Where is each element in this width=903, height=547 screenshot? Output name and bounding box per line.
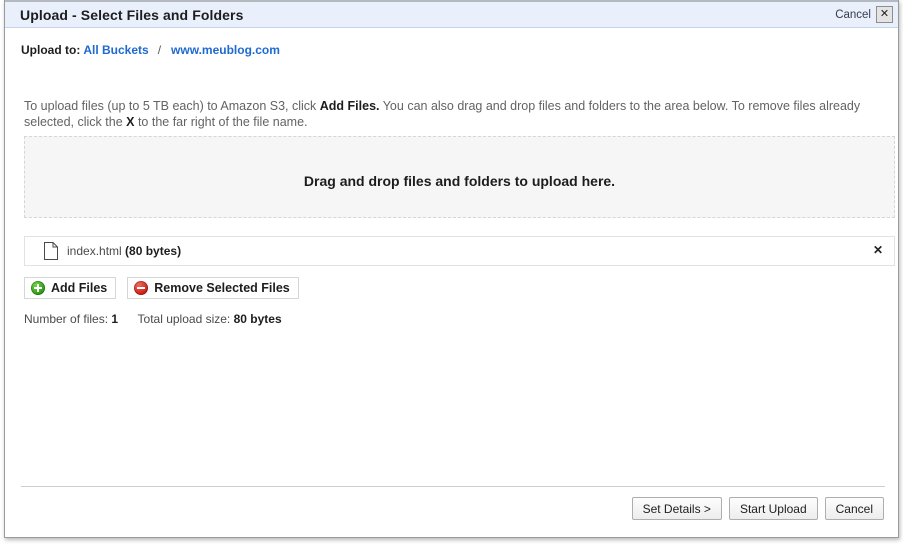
- titlebar-cancel-link[interactable]: Cancel: [835, 9, 871, 21]
- file-name-label: index.html (80 bytes): [67, 244, 181, 258]
- document-icon: [44, 242, 58, 260]
- breadcrumb: Upload to: All Buckets / www.meublog.com: [21, 43, 280, 57]
- instructions-part-1: To upload files (up to 5 TB each) to Ama…: [24, 99, 320, 113]
- remove-file-icon[interactable]: ✕: [873, 243, 883, 257]
- add-files-label: Add Files: [51, 281, 108, 295]
- instructions-part-3: to the far right of the file name.: [134, 115, 308, 129]
- cancel-button[interactable]: Cancel: [824, 497, 884, 520]
- set-details-button[interactable]: Set Details >: [631, 497, 722, 520]
- file-count-value: 1: [111, 312, 119, 326]
- dialog-titlebar: Upload - Select Files and Folders Cancel…: [5, 0, 898, 28]
- remove-selected-files-label: Remove Selected Files: [154, 281, 290, 295]
- instructions-bold-add-files: Add Files.: [319, 99, 380, 113]
- breadcrumb-label: Upload to:: [21, 43, 81, 57]
- page-title: Upload - Select Files and Folders: [20, 7, 244, 23]
- start-upload-button[interactable]: Start Upload: [728, 497, 818, 520]
- close-icon[interactable]: ✕: [876, 6, 893, 23]
- minus-circle-icon: [134, 281, 149, 295]
- breadcrumb-separator: /: [157, 43, 162, 57]
- add-files-button[interactable]: Add Files: [24, 277, 117, 299]
- file-dropzone[interactable]: Drag and drop files and folders to uploa…: [24, 136, 895, 218]
- total-size-value: 80 bytes: [233, 312, 282, 326]
- footer-divider: [21, 486, 885, 487]
- file-size-text: (80 bytes): [125, 244, 182, 258]
- breadcrumb-link-all-buckets[interactable]: All Buckets: [83, 43, 148, 57]
- table-row[interactable]: index.html (80 bytes) ✕: [24, 236, 895, 266]
- plus-circle-icon: [31, 281, 45, 295]
- total-size-label: Total upload size:: [137, 312, 231, 326]
- file-action-bar: Add Files Remove Selected Files: [24, 277, 299, 299]
- instructions-text: To upload files (up to 5 TB each) to Ama…: [24, 98, 882, 130]
- dialog-footer: Set Details > Start Upload Cancel: [631, 497, 884, 520]
- remove-selected-files-button[interactable]: Remove Selected Files: [127, 277, 299, 299]
- breadcrumb-link-bucket[interactable]: www.meublog.com: [171, 43, 280, 57]
- upload-dialog: Upload - Select Files and Folders Cancel…: [4, 0, 899, 538]
- upload-summary: Number of files: 1 Total upload size: 80…: [24, 312, 282, 326]
- dropzone-label: Drag and drop files and folders to uploa…: [303, 173, 616, 189]
- file-name-text: index.html: [67, 244, 122, 258]
- file-count-label: Number of files:: [24, 312, 109, 326]
